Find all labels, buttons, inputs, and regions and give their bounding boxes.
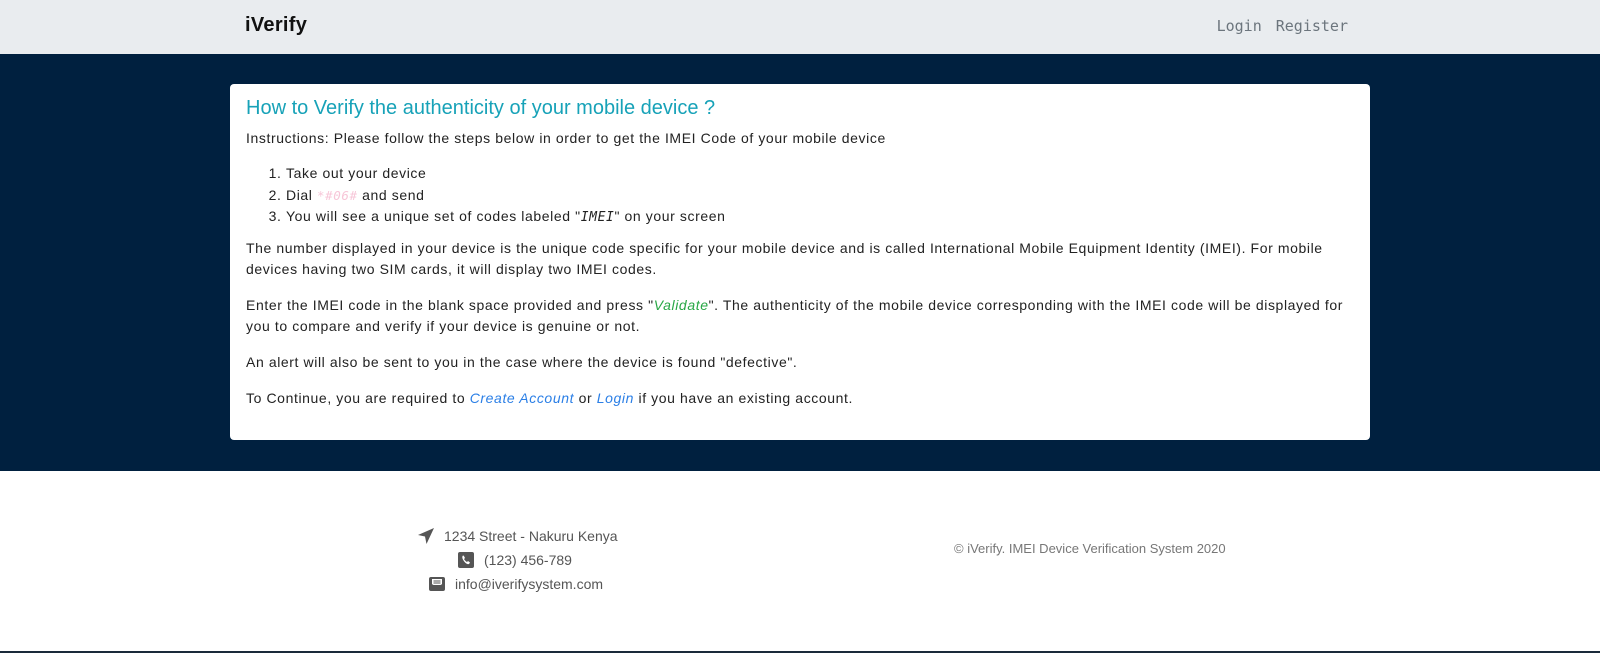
- hero-section: How to Verify the authenticity of your m…: [0, 54, 1600, 471]
- address-text: 1234 Street - Nakuru Kenya: [444, 528, 618, 544]
- step-3-pre: You will see a unique set of codes label…: [286, 208, 581, 224]
- imei-label: IMEI: [580, 210, 615, 225]
- instructions-card: How to Verify the authenticity of your m…: [230, 84, 1370, 440]
- para4-mid: or: [574, 389, 597, 406]
- login-link[interactable]: Login: [597, 390, 634, 406]
- step-item: You will see a unique set of codes label…: [286, 206, 1354, 229]
- validate-explanation: Enter the IMEI code in the blank space p…: [246, 295, 1354, 337]
- brand-logo[interactable]: iVerify: [245, 14, 307, 37]
- para4-pre: To Continue, you are required to: [246, 389, 470, 406]
- step-item: Dial *#06# and send: [286, 185, 1354, 207]
- para2-pre: Enter the IMEI code in the blank space p…: [246, 296, 654, 313]
- validate-keyword: Validate: [653, 296, 709, 313]
- envelope-open-icon: [427, 574, 447, 594]
- step-2-pre: Dial: [286, 186, 318, 203]
- email-row: info@iverifysystem.com: [427, 572, 618, 596]
- para4-post: if you have an existing account.: [634, 389, 854, 406]
- location-arrow-icon: [416, 526, 436, 546]
- alert-note: An alert will also be sent to you in the…: [246, 353, 798, 370]
- email-text[interactable]: info@iverifysystem.com: [455, 576, 603, 592]
- footer-contact: 1234 Street - Nakuru Kenya (123) 456-789…: [410, 524, 618, 596]
- nav-links: Login Register: [1217, 17, 1348, 35]
- imei-explanation: The number displayed in your device is t…: [246, 239, 1323, 277]
- nav-register-link[interactable]: Register: [1276, 17, 1348, 35]
- nav-login-link[interactable]: Login: [1217, 17, 1262, 35]
- copyright-text: © iVerify. IMEI Device Verification Syst…: [954, 541, 1226, 556]
- phone-text: (123) 456-789: [484, 552, 572, 568]
- top-navbar: iVerify Login Register: [0, 0, 1600, 54]
- address-row: 1234 Street - Nakuru Kenya: [416, 524, 618, 548]
- continue-text: To Continue, you are required to Create …: [246, 388, 1354, 409]
- imei-dial-code: *#06#: [317, 187, 358, 203]
- phone-icon: [456, 550, 476, 570]
- create-account-link[interactable]: Create Account: [470, 390, 574, 406]
- step-item: Take out your device: [286, 163, 1354, 185]
- step-3-post: " on your screen: [614, 208, 726, 224]
- card-title: How to Verify the authenticity of your m…: [246, 97, 716, 119]
- instructions-text: Instructions: Please follow the steps be…: [246, 130, 886, 146]
- step-1-text: Take out your device: [286, 165, 427, 181]
- step-2-post: and send: [357, 186, 425, 203]
- steps-list: Take out your device Dial *#06# and send…: [286, 163, 1354, 229]
- phone-row: (123) 456-789: [456, 548, 618, 572]
